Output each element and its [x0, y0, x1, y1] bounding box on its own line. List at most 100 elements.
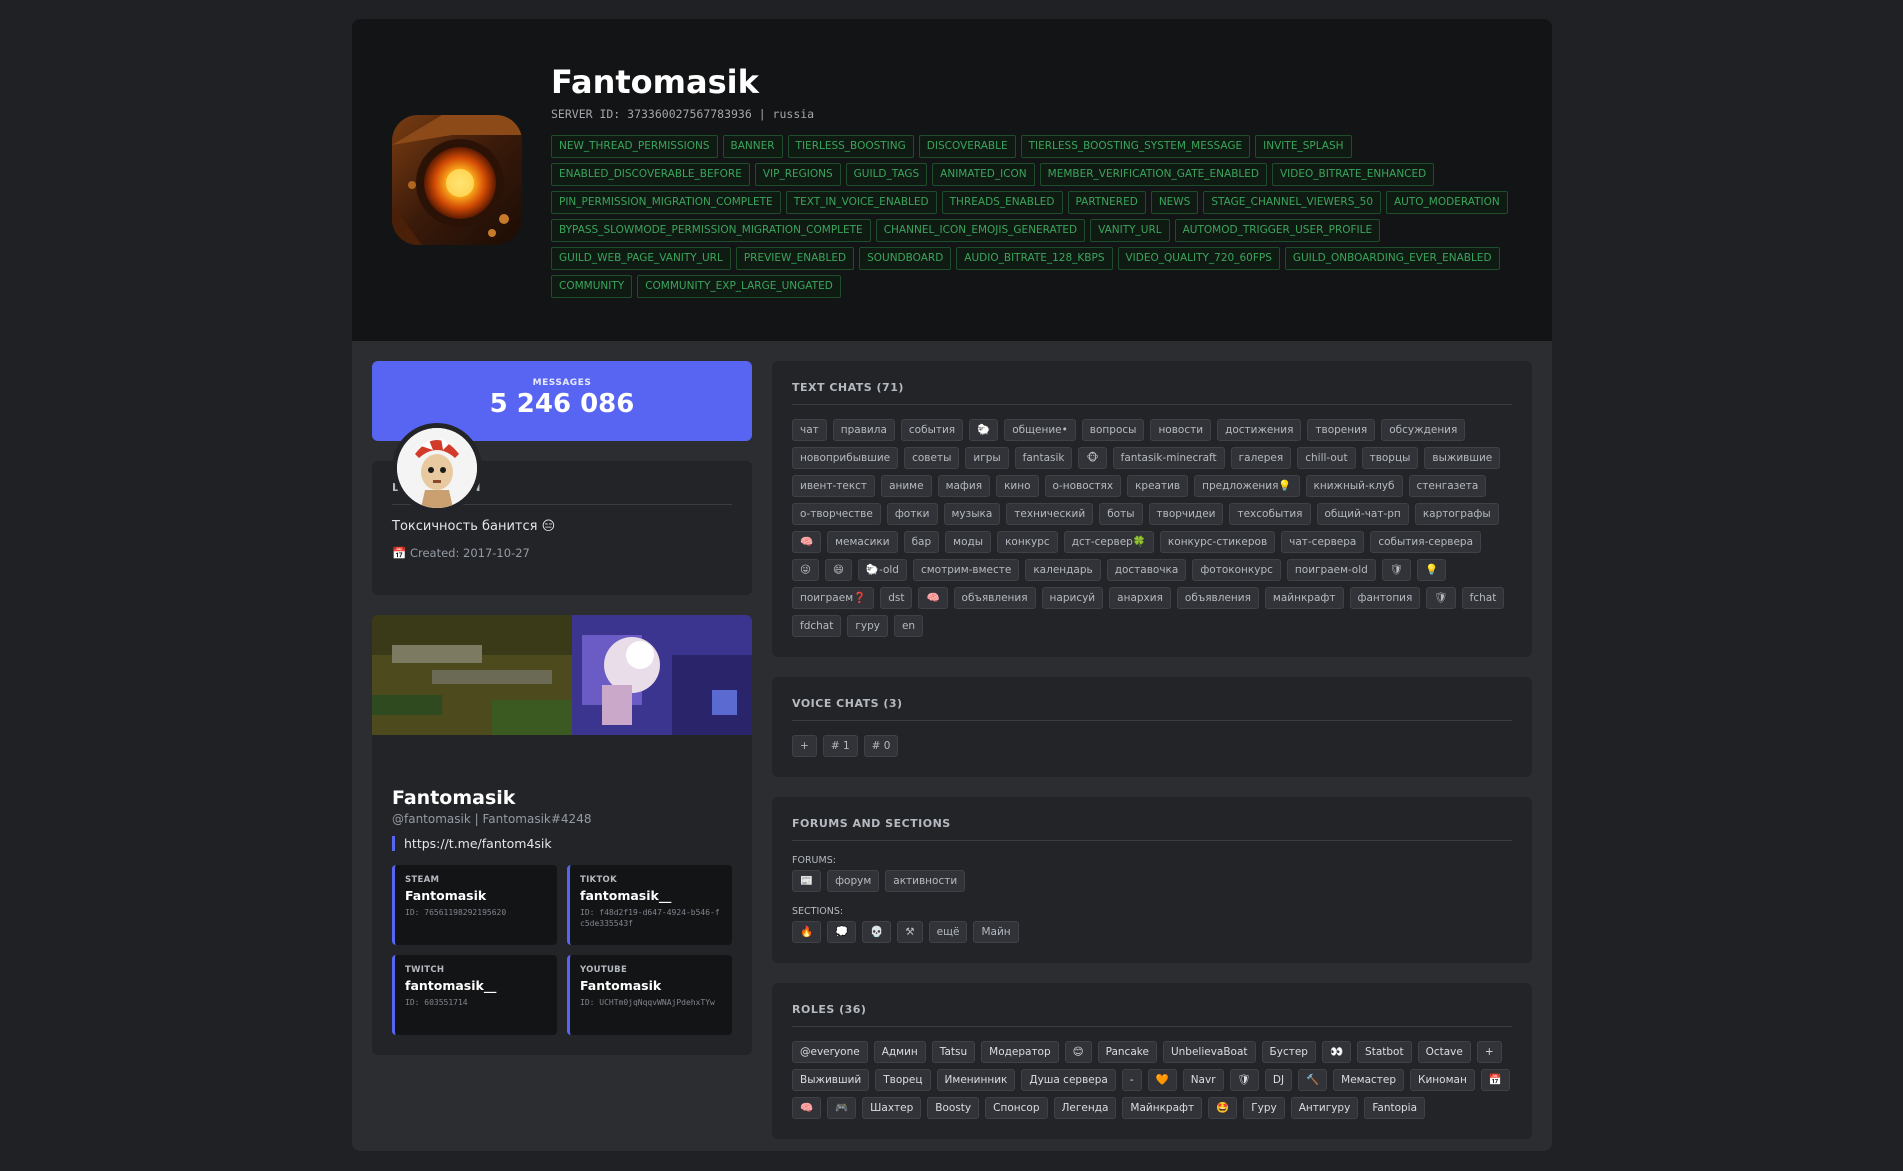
text-channel-chip[interactable]: фотки — [886, 503, 938, 525]
text-channel-chip[interactable]: конкурс — [997, 531, 1058, 553]
text-channel-chip[interactable]: общий-чат-рп — [1316, 503, 1409, 525]
text-channel-chip[interactable]: вопросы — [1081, 419, 1145, 441]
text-channel-chip[interactable]: музыка — [943, 503, 1001, 525]
text-channel-chip[interactable]: en — [893, 615, 924, 637]
text-channel-chip[interactable]: 🐵 — [1078, 447, 1107, 469]
account-steam[interactable]: STEAM Fantomasik ID: 76561198292195620 — [392, 865, 557, 945]
section-chip[interactable]: 💀 — [862, 921, 892, 943]
text-channel-chip[interactable]: fdchat — [792, 615, 842, 637]
text-channel-chip[interactable]: креатив — [1127, 475, 1189, 497]
account-youtube[interactable]: YOUTUBE Fantomasik ID: UCHTm0jqNqqvWNAjP… — [567, 955, 732, 1035]
text-channel-chip[interactable]: 🛡 — [1426, 587, 1456, 609]
text-channel-chip[interactable]: fantasik-minecraft — [1112, 447, 1225, 469]
text-channel-chip[interactable]: новости — [1150, 419, 1212, 441]
text-channel-chip[interactable]: творцы — [1361, 447, 1419, 469]
text-channel-chip[interactable]: нарисуй — [1041, 587, 1104, 609]
text-channel-chip[interactable]: анархия — [1109, 587, 1171, 609]
text-channel-chip[interactable]: достижения — [1217, 419, 1302, 441]
text-channel-chip[interactable]: правила — [832, 419, 895, 441]
account-id: ID: UCHTm0jqNqqvWNAjPdehxTYw — [580, 998, 715, 1007]
text-channel-chip[interactable]: 😜 — [792, 559, 819, 581]
text-channel-chip[interactable]: обсуждения — [1381, 419, 1466, 441]
text-channel-chip[interactable]: моды — [945, 531, 992, 553]
account-twitch[interactable]: TWITCH fantomasik__ ID: 603551714 — [392, 955, 557, 1035]
text-channel-chip[interactable]: о-новостях — [1044, 475, 1122, 497]
feature-list: NEW_THREAD_PERMISSIONS BANNER TIERLESS_BOO… — [551, 135, 1511, 298]
role-chip: Navr — [1182, 1069, 1224, 1091]
text-channel-chip[interactable]: объявления — [1176, 587, 1259, 609]
role-chip: Бустер — [1261, 1041, 1316, 1063]
text-channel-chip[interactable]: предложения💡 — [1194, 475, 1300, 497]
section-chip[interactable]: ещё — [928, 921, 968, 943]
text-channel-chip[interactable]: fantasik — [1014, 447, 1073, 469]
text-channel-chip[interactable]: доставочка — [1106, 559, 1187, 581]
text-channel-chip[interactable]: творчидеи — [1148, 503, 1224, 525]
account-id: ID: 603551714 — [405, 998, 468, 1007]
feature-badge: THREADS_ENABLED — [941, 191, 1063, 214]
section-chip[interactable]: ⚒ — [897, 921, 923, 943]
section-chip[interactable]: 🔥 — [792, 921, 822, 943]
text-channel-chip[interactable]: 🐑-old — [857, 559, 907, 581]
text-channel-chip[interactable]: картографы — [1414, 503, 1499, 525]
text-channel-chip[interactable]: 😄 — [824, 559, 852, 581]
section-chip[interactable]: 💭 — [827, 921, 857, 943]
text-channel-chip[interactable]: фантопия — [1349, 587, 1421, 609]
text-channel-chip[interactable]: бар — [903, 531, 940, 553]
role-chip: + — [1476, 1041, 1502, 1063]
text-channel-chip[interactable]: чат — [792, 419, 827, 441]
text-channel-chip[interactable]: dst — [880, 587, 913, 609]
text-channel-chip[interactable]: смотрим-вместе — [912, 559, 1020, 581]
role-chip: Админ — [873, 1041, 926, 1063]
text-channel-chip[interactable]: события — [900, 419, 964, 441]
text-channel-chip[interactable]: книжный-клуб — [1305, 475, 1403, 497]
text-channel-chip[interactable]: фотоконкурс — [1192, 559, 1281, 581]
profile-link[interactable]: https://t.me/fantom4sik — [392, 836, 732, 851]
text-channel-chip[interactable]: 🛡 — [1381, 559, 1412, 581]
text-channel-chip[interactable]: поиграем-old — [1286, 559, 1376, 581]
text-channel-chip[interactable]: чат-сервера — [1281, 531, 1365, 553]
text-channel-chip[interactable]: 🐑 — [969, 419, 999, 441]
text-channel-chip[interactable]: ивент-текст — [792, 475, 876, 497]
text-channel-chip[interactable]: выжившие — [1424, 447, 1501, 469]
forum-chip[interactable]: форум — [827, 870, 880, 892]
text-channel-chip[interactable]: мафия — [937, 475, 991, 497]
text-channel-chip[interactable]: гуру — [847, 615, 888, 637]
feature-badge: VANITY_URL — [1090, 219, 1170, 242]
text-channel-chip[interactable]: общение• — [1004, 419, 1076, 441]
text-channel-chip[interactable]: 💡 — [1417, 559, 1447, 581]
text-channel-chip[interactable]: боты — [1099, 503, 1143, 525]
voice-channel-chip[interactable]: # 0 — [863, 735, 899, 757]
text-channel-chip[interactable]: аниме — [881, 475, 932, 497]
text-channel-chip[interactable]: стенгазета — [1408, 475, 1487, 497]
text-channel-chip[interactable]: поиграем❓ — [792, 587, 875, 609]
text-channel-chip[interactable]: советы — [904, 447, 960, 469]
text-channel-chip[interactable]: техсобытия — [1229, 503, 1311, 525]
text-channel-chip[interactable]: творения — [1307, 419, 1376, 441]
text-channel-chip[interactable]: объявления — [953, 587, 1036, 609]
text-channel-chip[interactable]: о-творчестве — [792, 503, 881, 525]
text-channel-chip[interactable]: технический — [1006, 503, 1094, 525]
roles-title: ROLES (36) — [792, 1003, 1512, 1027]
section-chip[interactable]: Майн — [973, 921, 1019, 943]
forum-chip[interactable]: активности — [885, 870, 966, 892]
role-chip: 🧡 — [1147, 1069, 1177, 1091]
forum-chip[interactable]: 📰 — [792, 870, 822, 892]
account-id: ID: 76561198292195620 — [405, 908, 507, 917]
account-tiktok[interactable]: TIKTOK fantomasik__ ID: f48d2f19-d647-49… — [567, 865, 732, 945]
voice-channel-chip[interactable]: + — [792, 735, 817, 757]
text-channel-chip[interactable]: дст-сервер🍀 — [1063, 531, 1154, 553]
voice-channel-chip[interactable]: # 1 — [822, 735, 858, 757]
text-channel-chip[interactable]: chill-out — [1297, 447, 1356, 469]
text-channel-chip[interactable]: 🧠 — [918, 587, 948, 609]
text-channel-chip[interactable]: кино — [996, 475, 1039, 497]
text-channel-chip[interactable]: 🧠 — [792, 531, 822, 553]
text-channel-chip[interactable]: новоприбывшие — [792, 447, 899, 469]
text-channel-chip[interactable]: галерея — [1230, 447, 1292, 469]
text-channel-chip[interactable]: события-сервера — [1370, 531, 1481, 553]
text-channel-chip[interactable]: fchat — [1461, 587, 1505, 609]
text-channel-chip[interactable]: мемасики — [827, 531, 898, 553]
text-channel-chip[interactable]: конкурс-стикеров — [1159, 531, 1276, 553]
text-channel-chip[interactable]: майнкрафт — [1264, 587, 1344, 609]
text-channel-chip[interactable]: игры — [965, 447, 1009, 469]
text-channel-chip[interactable]: календарь — [1025, 559, 1101, 581]
